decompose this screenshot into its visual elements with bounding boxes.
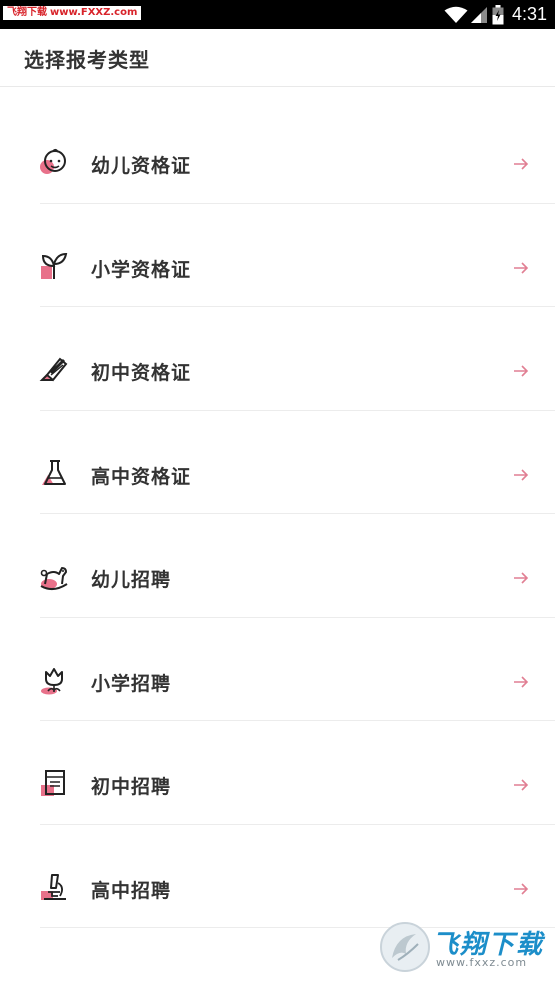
battery-icon	[492, 4, 504, 25]
watermark-url-bottom: www.fxxz.com	[436, 956, 528, 969]
watermark-emblem-icon	[380, 922, 430, 972]
book-icon	[38, 767, 70, 799]
status-icons: 4:31	[444, 0, 547, 29]
list-item-label: 小学招聘	[91, 672, 172, 695]
tulip-icon	[38, 664, 70, 696]
header: 选择报考类型	[0, 29, 555, 87]
sprout-icon	[38, 250, 70, 282]
list-item-label: 初中资格证	[91, 362, 192, 384]
watermark-logo-top: 飞翔下载 www.FXXZ.com	[3, 6, 142, 20]
arrow-right-icon	[514, 675, 529, 688]
list-item-label: 初中招聘	[91, 776, 172, 798]
watermark-url-text: www.FXXZ.com	[50, 7, 138, 18]
arrow-right-icon	[514, 572, 529, 584]
list-item-senior-certificate[interactable]: 高中资格证	[0, 411, 555, 514]
page-title: 选择报考类型	[24, 48, 150, 72]
list-item-junior-certificate[interactable]: 初中资格证	[0, 307, 555, 411]
list-item-junior-recruitment[interactable]: 初中招聘	[0, 721, 555, 825]
list-item-kindergarten-recruitment[interactable]: 幼儿招聘	[0, 514, 555, 618]
list-item-primary-certificate[interactable]: 小学资格证	[0, 204, 555, 307]
list-item-senior-recruitment[interactable]: 高中招聘	[0, 825, 555, 928]
arrow-right-icon	[514, 365, 529, 377]
list-item-label: 幼儿招聘	[91, 569, 172, 591]
arrow-right-icon	[514, 158, 529, 170]
list-item-label: 高中招聘	[91, 879, 172, 902]
watermark-logo-bottom: 飞翔下载 www.fxxz.com	[380, 922, 545, 974]
list-item-kindergarten-certificate[interactable]: 幼儿资格证	[0, 100, 555, 204]
status-time: 4:31	[511, 4, 547, 24]
arrow-right-icon	[514, 261, 529, 274]
exam-type-list: 幼儿资格证 小学资格证 初中资格证 高中资格证 幼儿招聘 小学招聘 初中招聘 高…	[0, 100, 555, 928]
arrow-right-icon	[514, 882, 529, 895]
microscope-icon	[38, 871, 70, 903]
baby-face-icon	[38, 146, 70, 178]
list-item-primary-recruitment[interactable]: 小学招聘	[0, 618, 555, 721]
marker-pen-icon	[38, 353, 70, 385]
arrow-right-icon	[514, 468, 529, 481]
list-item-label: 幼儿资格证	[91, 155, 192, 177]
status-bar: 飞翔下载 www.FXXZ.com 4:31	[0, 0, 555, 29]
arrow-right-icon	[514, 779, 529, 791]
rocking-horse-icon	[38, 560, 70, 592]
watermark-cn-text: 飞翔下载	[7, 7, 47, 18]
flask-icon	[38, 457, 70, 489]
list-item-label: 高中资格证	[91, 465, 192, 488]
wifi-icon	[444, 6, 468, 24]
list-item-label: 小学资格证	[91, 258, 192, 281]
signal-icon	[470, 6, 488, 24]
